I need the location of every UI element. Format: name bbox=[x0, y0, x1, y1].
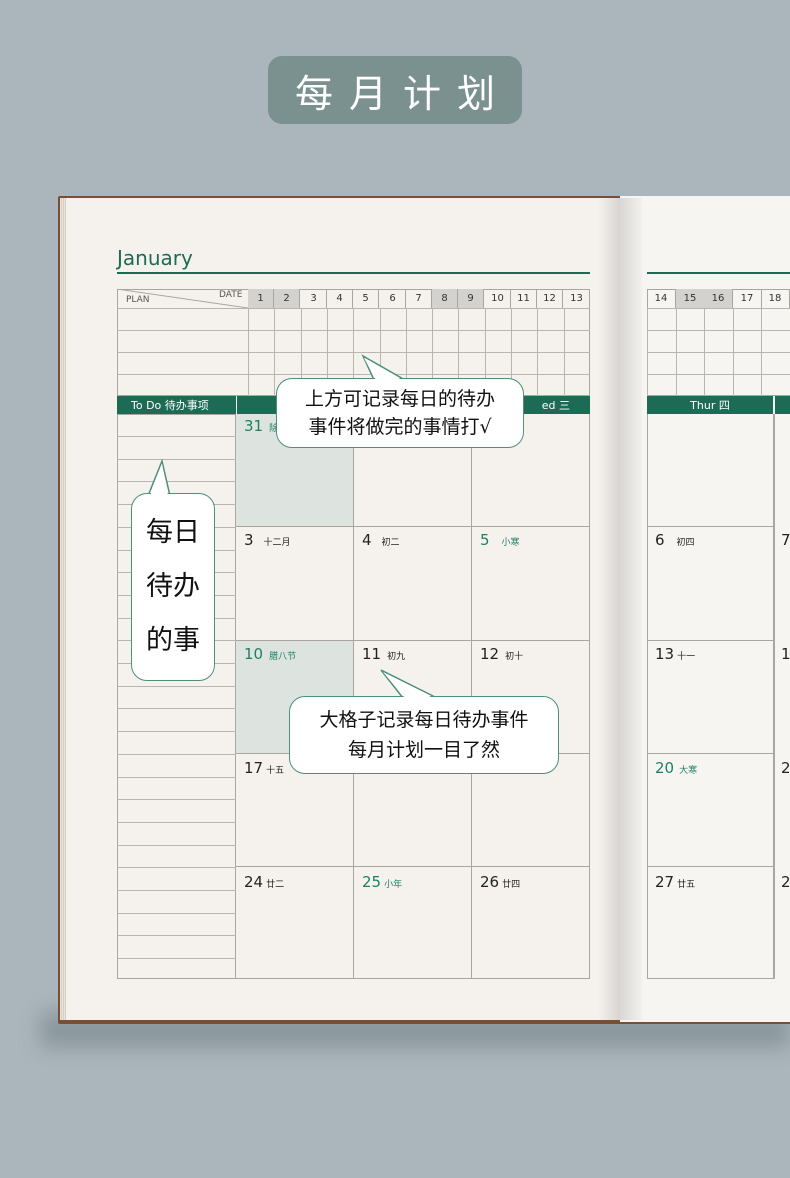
day-number-20: 20 大寒 bbox=[655, 759, 698, 777]
todo-line bbox=[117, 935, 236, 936]
day-number-13: 13 十一 bbox=[655, 645, 696, 663]
month-title: January bbox=[117, 246, 193, 270]
callout-left-tail-fill bbox=[150, 464, 168, 496]
day-number-24: 24 廿二 bbox=[244, 873, 285, 891]
callout-left-line2: 待办 bbox=[146, 571, 200, 602]
todo-line bbox=[117, 777, 236, 778]
day-number-10: 10 腊八节 bbox=[244, 645, 297, 663]
weekday-header-thu: Thur 四 bbox=[647, 396, 773, 414]
date-cell-3: 3 bbox=[301, 289, 327, 308]
date-label: DATE bbox=[219, 290, 243, 300]
callout-left: 每日 待办 的事 bbox=[131, 493, 215, 681]
plan-row-line bbox=[647, 308, 790, 309]
plan-col-line bbox=[564, 308, 565, 396]
todo-line bbox=[117, 913, 236, 914]
callout-left-line3: 的事 bbox=[146, 625, 200, 656]
callout-bottom: 大格子记录每日待办事件 每月计划一目了然 bbox=[289, 696, 559, 774]
todo-line bbox=[117, 436, 236, 437]
date-cell-9: 9 bbox=[458, 289, 484, 308]
plan-col-line bbox=[248, 308, 249, 396]
date-cell-14: 14 bbox=[647, 289, 676, 308]
plan-col-line bbox=[733, 308, 734, 396]
day-number-14: 1 bbox=[781, 645, 790, 663]
plan-col-line bbox=[704, 308, 705, 396]
date-cell-2: 2 bbox=[274, 289, 300, 308]
day-number-7: 7 bbox=[781, 531, 790, 549]
date-cell-12: 12 bbox=[537, 289, 563, 308]
todo-line bbox=[117, 867, 236, 868]
date-cell-17: 17 bbox=[733, 289, 762, 308]
todo-line bbox=[117, 708, 236, 709]
date-cell-6: 6 bbox=[380, 289, 406, 308]
date-cell-11: 11 bbox=[511, 289, 537, 308]
date-cell-13: 13 bbox=[564, 289, 590, 308]
callout-top-line1: 上方可记录每日的待办 bbox=[304, 388, 495, 410]
day-number-6: 6 初四 bbox=[655, 531, 695, 549]
weekday-header-fri bbox=[775, 396, 790, 414]
date-cell-16: 16 bbox=[704, 289, 733, 308]
page-edges bbox=[60, 198, 66, 1020]
right-col-line bbox=[774, 414, 775, 979]
callout-bottom-line1: 大格子记录每日待办事件 bbox=[319, 709, 529, 731]
day-number-31: 31 除 bbox=[244, 417, 279, 435]
day-cell-r1 bbox=[647, 414, 774, 527]
day-number-3: 3 十二月 bbox=[244, 531, 291, 549]
date-cell-7: 7 bbox=[406, 289, 432, 308]
callout-top-tail-fill bbox=[364, 358, 402, 380]
plan-col-line bbox=[537, 308, 538, 396]
callout-left-line1: 每日 bbox=[146, 517, 200, 548]
todo-header: To Do 待办事项 bbox=[117, 396, 236, 414]
plan-row-line bbox=[647, 352, 790, 353]
day-number-11: 11 初九 bbox=[362, 645, 406, 663]
day-number-27: 27 廿五 bbox=[655, 873, 696, 891]
todo-line bbox=[117, 754, 236, 755]
day-number-28: 2 bbox=[781, 873, 790, 891]
book-gutter bbox=[598, 198, 642, 1020]
day-number-12: 12 初十 bbox=[480, 645, 524, 663]
date-cell-5: 5 bbox=[353, 289, 379, 308]
plan-label: PLAN bbox=[126, 295, 150, 305]
callout-bottom-tail-fill bbox=[383, 672, 433, 698]
todo-line bbox=[117, 799, 236, 800]
plan-col-line bbox=[676, 308, 677, 396]
page-title: 每月计划 bbox=[268, 56, 522, 124]
day-number-26: 26 廿四 bbox=[480, 873, 521, 891]
date-cell-8: 8 bbox=[432, 289, 458, 308]
callout-bottom-line2: 每月计划一目了然 bbox=[347, 739, 500, 761]
plan-col-line bbox=[274, 308, 275, 396]
callout-top-line2: 事件将做完的事情打√ bbox=[308, 416, 492, 438]
month-rule-right bbox=[647, 272, 790, 274]
plan-col-line bbox=[647, 308, 648, 396]
date-cell-15: 15 bbox=[676, 289, 705, 308]
plan-row-line bbox=[647, 374, 790, 375]
month-rule bbox=[117, 272, 590, 274]
todo-line bbox=[117, 890, 236, 891]
todo-line bbox=[117, 686, 236, 687]
day-number-21: 2 bbox=[781, 759, 790, 777]
day-number-17: 17 十五 bbox=[244, 759, 285, 777]
date-cell-1: 1 bbox=[248, 289, 274, 308]
day-number-25: 25 小年 bbox=[362, 873, 403, 891]
date-cell-18: 18 bbox=[761, 289, 790, 308]
todo-line bbox=[117, 958, 236, 959]
date-cell-10: 10 bbox=[485, 289, 511, 308]
date-cell-4: 4 bbox=[327, 289, 353, 308]
day-number-5: 5 小寒 bbox=[480, 531, 520, 549]
day-number-4: 4 初二 bbox=[362, 531, 400, 549]
callout-top: 上方可记录每日的待办 事件将做完的事情打√ bbox=[276, 378, 524, 448]
todo-line bbox=[117, 731, 236, 732]
plan-row-line bbox=[647, 330, 790, 331]
plan-col-line bbox=[761, 308, 762, 396]
todo-line bbox=[117, 822, 236, 823]
todo-line bbox=[117, 845, 236, 846]
